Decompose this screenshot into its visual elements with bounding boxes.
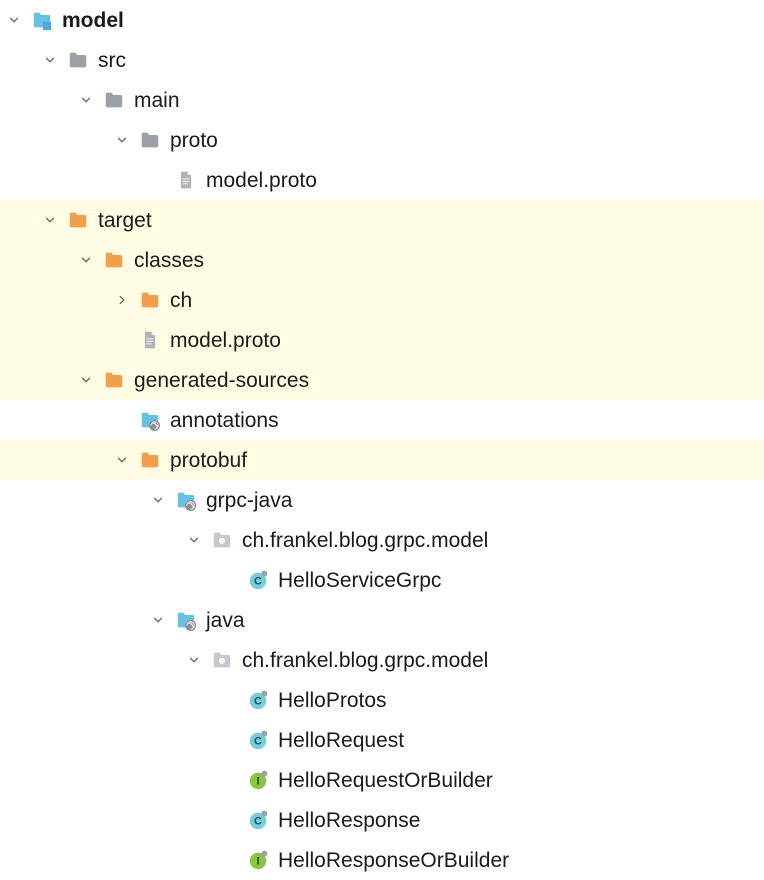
tree-row[interactable]: C HelloResponse xyxy=(0,800,764,840)
file-icon xyxy=(174,168,198,192)
tree-row[interactable]: java xyxy=(0,600,764,640)
tree-row[interactable]: model.proto xyxy=(0,160,764,200)
folder-icon xyxy=(138,288,162,312)
folder-icon xyxy=(102,248,126,272)
chevron-right-icon[interactable] xyxy=(112,290,132,310)
tree-item-label: HelloProtos xyxy=(278,690,387,711)
tree-row[interactable]: grpc-java xyxy=(0,480,764,520)
tree-row[interactable]: ch.frankel.blog.grpc.model xyxy=(0,640,764,680)
svg-text:C: C xyxy=(254,696,262,708)
tree-item-label: protobuf xyxy=(170,450,247,471)
chevron-down-icon[interactable] xyxy=(184,530,204,550)
tree-row[interactable]: model.proto xyxy=(0,320,764,360)
tree-row[interactable]: C HelloProtos xyxy=(0,680,764,720)
tree-item-label: grpc-java xyxy=(206,490,292,511)
chevron-down-icon[interactable] xyxy=(76,90,96,110)
svg-text:C: C xyxy=(254,816,262,828)
tree-row[interactable]: main xyxy=(0,80,764,120)
tree-item-label: HelloResponse xyxy=(278,810,420,831)
tree-item-label: HelloServiceGrpc xyxy=(278,570,441,591)
class-icon: C xyxy=(246,728,270,752)
tree-row[interactable]: I HelloResponseOrBuilder xyxy=(0,840,764,880)
class-icon: C xyxy=(246,568,270,592)
tree-row[interactable]: proto xyxy=(0,120,764,160)
tree-row[interactable]: ch xyxy=(0,280,764,320)
tree-row[interactable]: generated-sources xyxy=(0,360,764,400)
chevron-down-icon[interactable] xyxy=(112,130,132,150)
folder-icon xyxy=(102,368,126,392)
generated-folder-icon xyxy=(138,408,162,432)
folder-icon xyxy=(102,88,126,112)
tree-item-label: HelloResponseOrBuilder xyxy=(278,850,509,871)
tree-row[interactable]: C HelloServiceGrpc xyxy=(0,560,764,600)
tree-row[interactable]: I HelloRequestOrBuilder xyxy=(0,760,764,800)
tree-item-label: ch.frankel.blog.grpc.model xyxy=(242,530,488,551)
chevron-down-icon[interactable] xyxy=(40,50,60,70)
chevron-down-icon[interactable] xyxy=(4,10,24,30)
chevron-down-icon[interactable] xyxy=(76,370,96,390)
tree-item-label: HelloRequest xyxy=(278,730,404,751)
tree-item-label: HelloRequestOrBuilder xyxy=(278,770,493,791)
tree-item-label: main xyxy=(134,90,180,111)
tree-item-label: model.proto xyxy=(170,330,281,351)
tree-item-label: model xyxy=(62,10,124,31)
tree-item-label: proto xyxy=(170,130,218,151)
tree-row[interactable]: ch.frankel.blog.grpc.model xyxy=(0,520,764,560)
chevron-down-icon[interactable] xyxy=(76,250,96,270)
tree-item-label: target xyxy=(98,210,152,231)
tree-item-label: model.proto xyxy=(206,170,317,191)
tree-row[interactable]: annotations xyxy=(0,400,764,440)
class-icon: C xyxy=(246,808,270,832)
tree-item-label: annotations xyxy=(170,410,279,431)
tree-item-label: src xyxy=(98,50,126,71)
tree-row[interactable]: target xyxy=(0,200,764,240)
tree-item-label: classes xyxy=(134,250,204,271)
package-icon xyxy=(210,648,234,672)
chevron-down-icon[interactable] xyxy=(148,610,168,630)
generated-folder-icon xyxy=(174,488,198,512)
folder-icon xyxy=(66,48,90,72)
svg-text:C: C xyxy=(254,576,262,588)
folder-icon xyxy=(138,128,162,152)
interface-icon: I xyxy=(246,848,270,872)
svg-text:I: I xyxy=(256,776,259,788)
module-folder-icon xyxy=(30,8,54,32)
svg-text:C: C xyxy=(254,736,262,748)
chevron-down-icon[interactable] xyxy=(184,650,204,670)
tree-row[interactable]: classes xyxy=(0,240,764,280)
tree-row[interactable]: C HelloRequest xyxy=(0,720,764,760)
folder-icon xyxy=(138,448,162,472)
chevron-down-icon[interactable] xyxy=(40,210,60,230)
tree-row[interactable]: model xyxy=(0,0,764,40)
file-icon xyxy=(138,328,162,352)
chevron-down-icon[interactable] xyxy=(112,450,132,470)
tree-row[interactable]: src xyxy=(0,40,764,80)
tree-row[interactable]: protobuf xyxy=(0,440,764,480)
chevron-down-icon[interactable] xyxy=(148,490,168,510)
folder-icon xyxy=(66,208,90,232)
svg-text:I: I xyxy=(256,856,259,868)
generated-folder-icon xyxy=(174,608,198,632)
tree-item-label: generated-sources xyxy=(134,370,309,391)
package-icon xyxy=(210,528,234,552)
tree-item-label: java xyxy=(206,610,245,631)
tree-item-label: ch.frankel.blog.grpc.model xyxy=(242,650,488,671)
tree-item-label: ch xyxy=(170,290,192,311)
class-icon: C xyxy=(246,688,270,712)
interface-icon: I xyxy=(246,768,270,792)
